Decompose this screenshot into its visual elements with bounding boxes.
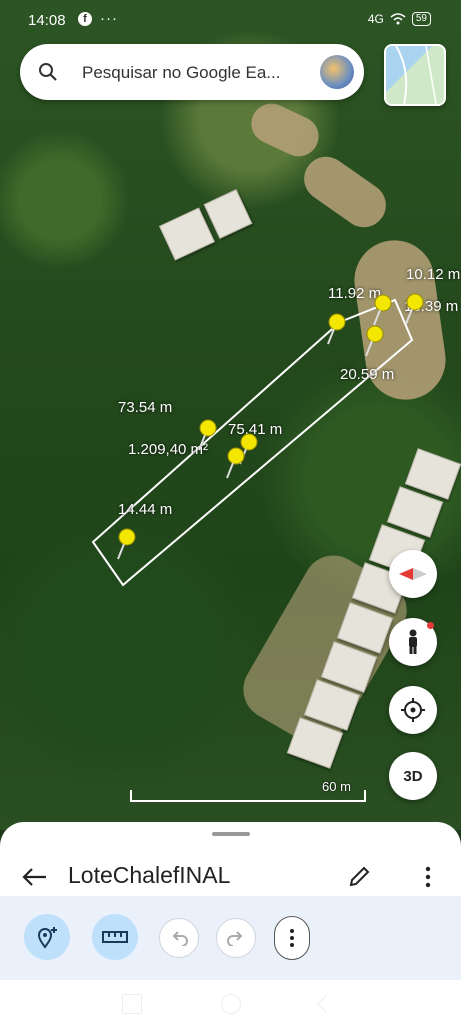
- ruler-icon: [102, 931, 128, 943]
- drag-handle[interactable]: [212, 832, 250, 836]
- redo-button[interactable]: [216, 918, 256, 958]
- pushpin-icon[interactable]: [368, 293, 394, 327]
- project-title: LoteChalefINAL: [68, 862, 231, 888]
- 3d-toggle-button[interactable]: 3D: [389, 752, 437, 800]
- pushpin-icon[interactable]: [360, 324, 386, 358]
- add-placemark-button[interactable]: [24, 914, 70, 960]
- scale-label: 60 m: [322, 779, 351, 794]
- network-type: 4G: [367, 12, 384, 26]
- arrow-back-icon[interactable]: [20, 866, 48, 888]
- pushpin-icon[interactable]: [322, 312, 348, 346]
- my-location-button[interactable]: [389, 686, 437, 734]
- street-view-button[interactable]: [389, 618, 437, 666]
- satellite-map[interactable]: 11.92 m 10.12 m 13.39 m 20.59 m 73.54 m …: [0, 0, 461, 830]
- back-nav-icon[interactable]: [317, 994, 336, 1013]
- pencil-icon[interactable]: [346, 864, 372, 890]
- more-notifications-icon: ···: [100, 10, 118, 27]
- search-placeholder[interactable]: Pesquisar no Google Ea...: [82, 63, 280, 83]
- measurement-label: 20.59 m: [340, 366, 395, 383]
- compass-icon: [399, 568, 427, 580]
- recents-icon[interactable]: [122, 994, 142, 1014]
- measurement-label: 10.12 m: [406, 266, 461, 283]
- notification-dot: [426, 621, 434, 629]
- measurement-label: 14.44 m: [118, 501, 173, 518]
- measurement-label: 73.54 m: [118, 399, 173, 416]
- my-location-icon: [401, 698, 425, 722]
- measure-button[interactable]: [92, 914, 138, 960]
- pushpin-icon[interactable]: [400, 292, 426, 326]
- redo-icon: [227, 931, 243, 946]
- undo-button[interactable]: [159, 918, 199, 958]
- pushpin-icon[interactable]: [112, 527, 138, 561]
- map-style-thumbnail[interactable]: [384, 44, 446, 106]
- facebook-notification-icon: f: [78, 12, 92, 26]
- map-preview-icon: [395, 46, 437, 104]
- edit-toolbar: [0, 896, 461, 980]
- status-bar: 14:08 f ··· 4G 59: [0, 0, 461, 40]
- wifi-icon: [390, 13, 406, 25]
- battery-level: 59: [411, 12, 431, 26]
- home-icon[interactable]: [221, 994, 241, 1014]
- undo-icon: [172, 931, 188, 946]
- pushpin-icon[interactable]: [221, 446, 247, 480]
- system-nav-bar: [0, 980, 461, 1024]
- pushpin-icon[interactable]: [193, 418, 219, 452]
- clock: 14:08: [28, 12, 66, 29]
- pegman-icon: [409, 629, 417, 654]
- more-tools-button[interactable]: [274, 916, 310, 960]
- more-vert-icon: [290, 929, 294, 947]
- more-vert-icon[interactable]: [418, 864, 438, 890]
- search-bar[interactable]: Pesquisar no Google Ea...: [20, 44, 364, 100]
- status-icons: 4G 59: [368, 12, 431, 26]
- account-avatar[interactable]: [320, 55, 354, 89]
- compass-button[interactable]: [389, 550, 437, 598]
- add-placemark-icon: [37, 927, 57, 949]
- project-bottom-sheet: LoteChalefINAL: [0, 822, 461, 1024]
- search-icon: [39, 63, 57, 81]
